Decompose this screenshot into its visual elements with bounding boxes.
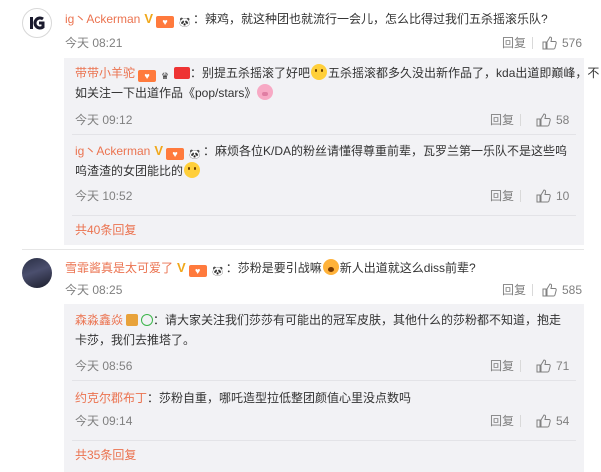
thumbs-up-icon <box>536 359 551 373</box>
sub-reply: ig丶Ackerman V ♥ 🐼 ：麻烦各位K/DA的粉丝请懂得尊重前辈，瓦罗兰第一乐… <box>64 135 584 215</box>
vip-badge-icon: V <box>177 260 186 275</box>
sub-replies: 森淼鑫焱 ：请大家关注我们莎莎有可能出的冠军皮肤，其他什么的莎粉都不知道，抱走 卡… <box>64 304 584 472</box>
comment-author[interactable]: 雪霏酱真是太可爱了 <box>65 261 173 275</box>
like-count: 58 <box>556 113 570 127</box>
sub-reply-body: ig丶Ackerman V ♥ 🐼 ：麻烦各位K/DA的粉丝请懂得尊重前辈，瓦罗兰第一乐… <box>75 143 568 160</box>
sub-divider <box>72 440 576 441</box>
like-count: 585 <box>562 283 583 297</box>
fan-badge-icon: ♥ <box>188 265 207 277</box>
panda-badge-icon: 🐼 <box>189 149 201 159</box>
thumbs-up-icon <box>542 36 557 50</box>
sub-reply: 带带小羊驼 ♥ ♛ ：别提五杀摇滚了好吧 五杀摇滚都多久没出新作品了，kda出道即巅峰，… <box>64 58 599 134</box>
sub-reply-body: 带带小羊驼 ♥ ♛ ：别提五杀摇滚了好吧 五杀摇滚都多久没出新作品了，kda出道即巅峰，… <box>75 64 600 82</box>
like-count: 71 <box>556 359 570 373</box>
red-badge-icon <box>174 67 191 79</box>
sub-replies: 带带小羊驼 ♥ ♛ ：别提五杀摇滚了好吧 五杀摇滚都多久没出新作品了，kda出道即巅峰，… <box>64 58 599 245</box>
like-button[interactable]: 71 <box>536 358 569 374</box>
green-badge-icon <box>141 314 154 326</box>
reply-button[interactable]: 回复 <box>490 413 514 429</box>
sub-reply-time: 今天 10:52 <box>75 189 133 203</box>
fan-badge-icon: ♥ <box>156 16 175 28</box>
sub-reply-text: 麻烦各位K/DA的粉丝请懂得尊重前辈，瓦罗兰第一乐队不是这些呜 <box>215 144 568 158</box>
reply-button[interactable]: 回复 <box>490 112 514 128</box>
thumbs-up-icon <box>542 283 557 297</box>
reply-button[interactable]: 回复 <box>490 188 514 204</box>
sub-divider <box>72 215 576 216</box>
sub-reply: 森淼鑫焱 ：请大家关注我们莎莎有可能出的冠军皮肤，其他什么的莎粉都不知道，抱走 卡… <box>64 304 584 380</box>
thumbs-up-icon <box>536 113 551 127</box>
sub-reply-time: 今天 09:14 <box>75 414 133 428</box>
vip-badge-icon: V <box>154 143 164 158</box>
comment-text: 辣鸡，就这种团也就流行一会儿，怎么比得过我们五杀摇滚乐队? <box>205 12 548 26</box>
sub-reply-author[interactable]: 约克尔郡布丁 <box>75 391 147 405</box>
sub-reply-author[interactable]: 森淼鑫焱 <box>75 313 123 327</box>
sub-reply-body: 森淼鑫焱 ：请大家关注我们莎莎有可能出的冠军皮肤，其他什么的莎粉都不知道，抱走 <box>75 313 562 327</box>
separator <box>520 190 521 202</box>
sub-reply-body-cont: 如关注一下出道作品《pop/stars》 <box>75 84 274 102</box>
crown-badge-icon: ♛ <box>160 71 170 81</box>
sub-reply-time: 今天 08:56 <box>75 359 133 373</box>
sub-reply: 约克尔郡布丁：莎粉自重，哪吒造型拉低整团颜值心里没点数吗 今天 09:14 回复… <box>64 381 584 439</box>
comment-body: 雪霏酱真是太可爱了 V ♥ 🐼 ：莎粉是要引战嘛 新人出道就这么diss前辈? <box>65 259 476 277</box>
reply-button[interactable]: 回复 <box>502 282 526 298</box>
separator <box>520 415 521 427</box>
sub-reply-text: 呜渣渣的女团能比的 <box>75 164 184 178</box>
medal-badge-icon <box>126 314 139 326</box>
thumbs-up-icon <box>536 189 551 203</box>
comment-text: 新人出道就这么diss前辈? <box>339 261 476 275</box>
like-count: 576 <box>562 36 583 50</box>
comment-2: 雪霏酱真是太可爱了 V ♥ 🐼 ：莎粉是要引战嘛 新人出道就这么diss前辈? 今天 08… <box>0 250 601 472</box>
vip-badge-icon: V <box>144 11 154 26</box>
reply-button[interactable]: 回复 <box>490 358 514 374</box>
separator <box>532 37 533 49</box>
like-count: 54 <box>556 414 570 428</box>
like-button[interactable]: 58 <box>536 112 569 128</box>
separator <box>520 360 521 372</box>
separator <box>532 284 533 296</box>
comment-time: 今天 08:25 <box>65 283 123 297</box>
sub-reply-text: 别提五杀摇滚了好吧 <box>202 66 311 80</box>
like-button[interactable]: 585 <box>542 282 582 298</box>
sub-reply-text: 莎粉自重，哪吒造型拉低整团颜值心里没点数吗 <box>159 391 412 405</box>
comment-body: ig丶Ackerman V ♥ 🐼 ：辣鸡，就这种团也就流行一会儿，怎么比得过我们五杀摇… <box>65 11 548 28</box>
sub-reply-author[interactable]: ig丶Ackerman <box>75 144 150 158</box>
emoji-face-icon <box>184 162 201 178</box>
comment-author[interactable]: ig丶Ackerman <box>65 12 140 26</box>
comment-time: 今天 08:21 <box>65 36 123 50</box>
panda-badge-icon: 🐼 <box>212 266 224 276</box>
sub-reply-author[interactable]: 带带小羊驼 <box>75 66 135 80</box>
fan-badge-icon: ♥ <box>166 148 185 160</box>
sub-reply-body-cont: 卡莎，我们去推塔了。 <box>75 331 195 349</box>
ig-team-avatar[interactable] <box>22 8 52 38</box>
view-more-replies-link[interactable]: 共40条回复 <box>75 222 136 238</box>
emoji-shock-icon <box>322 259 339 275</box>
view-more-replies-link[interactable]: 共35条回复 <box>75 447 136 463</box>
sub-reply-body: 约克尔郡布丁：莎粉自重，哪吒造型拉低整团颜值心里没点数吗 <box>75 391 412 405</box>
sub-reply-text: 卡莎，我们去推塔了。 <box>75 333 196 347</box>
like-count: 10 <box>556 189 570 203</box>
like-button[interactable]: 576 <box>542 35 582 51</box>
panda-badge-icon: 🐼 <box>179 17 191 27</box>
sub-reply-body-cont: 呜渣渣的女团能比的 <box>75 162 201 180</box>
sub-reply-text: 请大家关注我们莎莎有可能出的冠军皮肤，其他什么的莎粉都不知道，抱走 <box>165 313 562 327</box>
reply-button[interactable]: 回复 <box>502 35 526 51</box>
comment-text: 莎粉是要引战嘛 <box>237 261 322 275</box>
emoji-pig-icon <box>257 84 274 100</box>
like-button[interactable]: 10 <box>536 188 569 204</box>
thumbs-up-icon <box>536 414 551 428</box>
sub-reply-text: 五杀摇滚都多久没出新作品了，kda出道即巅峰，不 <box>328 66 600 80</box>
emoji-face-icon <box>311 64 328 80</box>
sub-reply-text: 如关注一下出道作品《pop/stars》 <box>75 86 257 100</box>
comment-1: ig丶Ackerman V ♥ 🐼 ：辣鸡，就这种团也就流行一会儿，怎么比得过我们五杀摇… <box>0 0 601 245</box>
fan-badge-icon: ♥ <box>138 70 157 82</box>
separator <box>520 114 521 126</box>
like-button[interactable]: 54 <box>536 413 569 429</box>
user-avatar[interactable] <box>22 258 52 288</box>
sub-reply-time: 今天 09:12 <box>75 113 133 127</box>
